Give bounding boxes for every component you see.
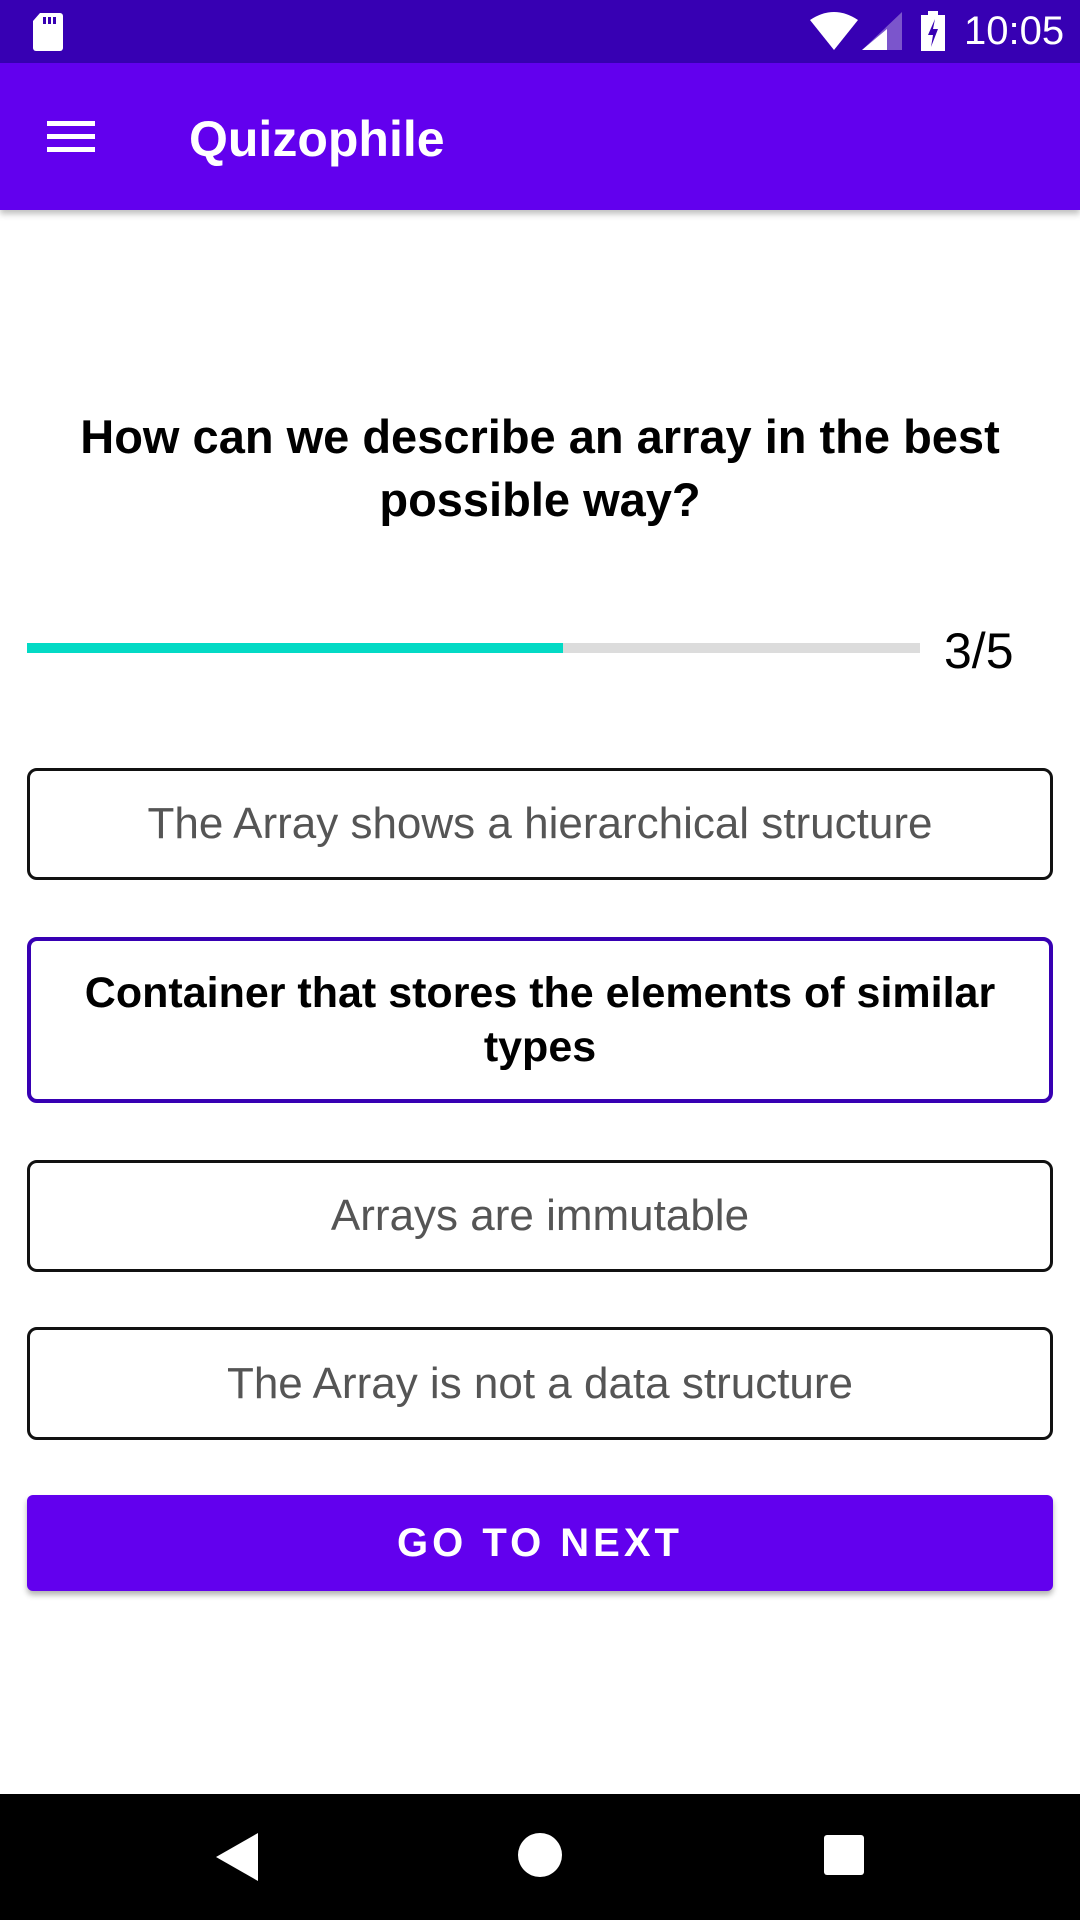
app-bar: Quizophile	[0, 63, 1080, 210]
option-label: Container that stores the elements of si…	[84, 969, 996, 1071]
go-to-next-button[interactable]: GO TO NEXT	[27, 1495, 1053, 1591]
progress-fill	[27, 643, 563, 653]
app-title: Quizophile	[189, 111, 445, 167]
option-3[interactable]: Arrays are immutable	[27, 1160, 1053, 1272]
clock: 10:05	[964, 9, 1065, 53]
progress-bar	[27, 643, 920, 653]
question-text: How can we describe an array in the best…	[80, 410, 1000, 526]
option-4[interactable]: The Array is not a data structure	[27, 1327, 1053, 1440]
home-icon[interactable]	[518, 1833, 562, 1877]
option-2-selected[interactable]: Container that stores the elements of si…	[27, 937, 1053, 1103]
option-1[interactable]: The Array shows a hierarchical structure	[27, 768, 1053, 880]
back-icon[interactable]	[216, 1833, 258, 1881]
option-label: The Array shows a hierarchical structure	[147, 799, 933, 848]
status-bar: 10:05	[0, 0, 1080, 63]
hamburger-menu-icon[interactable]	[36, 103, 106, 169]
option-label: Arrays are immutable	[330, 1191, 750, 1240]
recents-icon[interactable]	[824, 1835, 864, 1875]
navigation-bar	[0, 1794, 1080, 1920]
wifi-icon	[810, 12, 858, 50]
progress-count: 3/5	[944, 623, 1014, 679]
battery-charging-icon	[921, 11, 945, 51]
option-label: The Array is not a data structure	[226, 1358, 854, 1408]
signal-icon	[862, 12, 902, 50]
sd-card-icon	[33, 13, 63, 51]
